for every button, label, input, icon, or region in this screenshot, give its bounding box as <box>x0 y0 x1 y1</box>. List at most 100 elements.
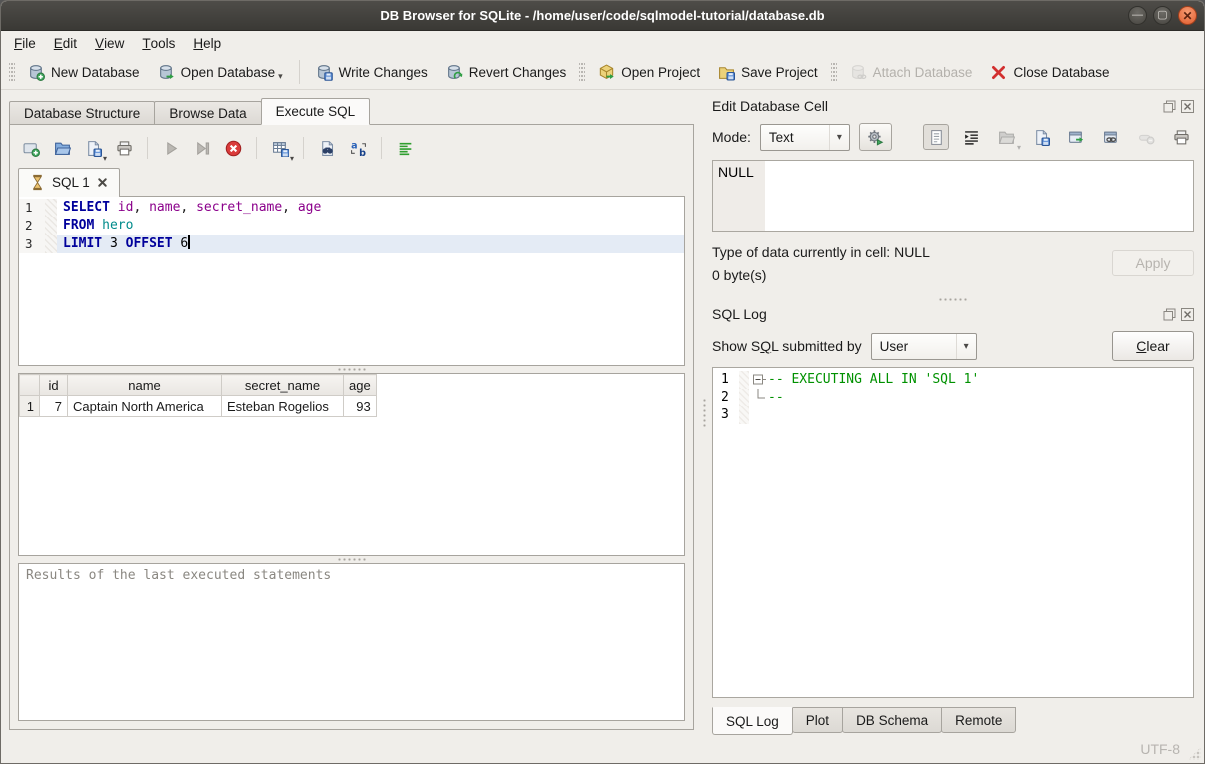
external-window-icon <box>1068 129 1085 146</box>
splitter-editor-results[interactable] <box>18 366 685 373</box>
close-dock-button[interactable] <box>1180 99 1194 113</box>
fold-margin <box>739 389 749 407</box>
menu-edit[interactable]: Edit <box>45 31 86 55</box>
write-changes-icon <box>316 64 333 81</box>
save-results-button[interactable]: ▾ <box>267 135 293 161</box>
toolbar-separator <box>381 137 382 159</box>
editor-line: 3LIMIT 3 OFFSET 6 <box>19 235 684 253</box>
tab-execute-sql[interactable]: Execute SQL <box>261 98 371 125</box>
sql-toolbar: ▾ ▾ ab <box>18 133 685 163</box>
cell[interactable]: Esteban Rogelios <box>222 396 344 417</box>
cell[interactable]: 93 <box>344 396 377 417</box>
sql-log-dock-header: SQL Log <box>712 304 1194 324</box>
menu-tools[interactable]: Tools <box>133 31 184 55</box>
close-database-button[interactable]: Close Database <box>981 59 1118 86</box>
apply-button[interactable]: Apply <box>1112 250 1194 276</box>
resize-grip[interactable] <box>1188 747 1201 760</box>
auto-apply-button[interactable] <box>859 123 892 151</box>
tab-sql-log[interactable]: SQL Log <box>712 707 793 735</box>
sql-log-view[interactable]: 1-- EXECUTING ALL IN 'SQL 1'2--3 <box>712 367 1194 698</box>
print-icon <box>116 140 133 157</box>
cell-value-editor[interactable]: NULL <box>712 160 1194 232</box>
tab-sql-1[interactable]: SQL 1 <box>18 168 120 197</box>
tab-remote[interactable]: Remote <box>941 707 1016 733</box>
save-file-icon <box>1033 129 1050 146</box>
sql-log-controls: Show SQL submitted by User ▾ Clear <box>712 331 1194 361</box>
fold-margin <box>739 371 749 389</box>
tab-database-structure[interactable]: Database Structure <box>9 101 155 125</box>
find-button[interactable] <box>314 135 340 161</box>
splitter-docks[interactable] <box>712 294 1194 304</box>
open-external-button[interactable] <box>1063 124 1089 150</box>
results-grid: idnamesecret_nameage17Captain North Amer… <box>18 373 685 556</box>
fold-slot <box>752 406 768 424</box>
tab-db-schema[interactable]: DB Schema <box>842 707 942 733</box>
tab-plot[interactable]: Plot <box>792 707 843 733</box>
toolbar-separator <box>303 137 304 159</box>
save-project-button[interactable]: Save Project <box>709 59 827 86</box>
float-dock-button[interactable] <box>1162 307 1176 321</box>
find-icon <box>319 140 336 157</box>
toolbar-handle[interactable] <box>579 61 585 83</box>
text-view-button[interactable] <box>923 124 949 150</box>
save-sql-file-button[interactable]: ▾ <box>80 135 106 161</box>
cell[interactable]: 7 <box>40 396 68 417</box>
open-file-icon <box>54 140 71 157</box>
clear-button[interactable]: Clear <box>1112 331 1194 361</box>
tab-browse-data[interactable]: Browse Data <box>154 101 261 125</box>
menu-file[interactable]: File <box>5 31 45 55</box>
fold-margin <box>45 235 57 253</box>
chevron-down-icon[interactable]: ▾ <box>278 71 283 81</box>
results-message-panel: Results of the last executed statements <box>18 563 685 721</box>
splitter-main-vertical[interactable] <box>700 90 708 735</box>
column-header-id[interactable]: id <box>40 375 68 396</box>
sql-log-filter-select[interactable]: User ▾ <box>871 333 977 360</box>
new-database-icon <box>28 64 45 81</box>
chevron-down-icon: ▾ <box>1017 143 1021 152</box>
print-cell-button[interactable] <box>1168 124 1194 150</box>
open-project-button[interactable]: Open Project <box>589 59 709 86</box>
replace-button[interactable]: ab <box>345 135 371 161</box>
close-button[interactable]: ✕ <box>1178 6 1197 25</box>
format-sql-button[interactable] <box>392 135 418 161</box>
text-cursor <box>188 235 190 249</box>
toolbar-handle[interactable] <box>9 61 15 83</box>
maximize-button[interactable]: ▢ <box>1153 6 1172 25</box>
format-icon <box>397 140 414 157</box>
minimize-button[interactable]: — <box>1128 6 1147 25</box>
open-database-button[interactable]: Open Database▾ <box>149 59 292 86</box>
copy-link-button[interactable] <box>1098 124 1124 150</box>
revert-changes-button[interactable]: Revert Changes <box>437 59 576 86</box>
column-header-name[interactable]: name <box>68 375 222 396</box>
menu-view[interactable]: View <box>86 31 133 55</box>
open-sql-file-button[interactable] <box>49 135 75 161</box>
chevron-down-icon: ▾ <box>829 125 849 150</box>
titlebar[interactable]: DB Browser for SQLite - /home/user/code/… <box>1 1 1204 31</box>
toolbar-handle[interactable] <box>831 61 837 83</box>
play-icon <box>163 140 180 157</box>
new-database-button[interactable]: New Database <box>19 59 149 86</box>
sql-editor[interactable]: 1SELECT id, name, secret_name, age2FROM … <box>18 196 685 366</box>
close-database-icon <box>990 64 1007 81</box>
set-null-button <box>1133 124 1159 150</box>
mode-select[interactable]: Text ▾ <box>760 124 850 151</box>
export-cell-button[interactable] <box>1028 124 1054 150</box>
float-dock-button[interactable] <box>1162 99 1176 113</box>
write-changes-button[interactable]: Write Changes <box>307 59 437 86</box>
close-tab-icon[interactable] <box>96 176 109 189</box>
close-dock-button[interactable] <box>1180 307 1194 321</box>
splitter-results-message[interactable] <box>18 556 685 563</box>
stop-button[interactable] <box>220 135 246 161</box>
save-project-icon <box>718 64 735 81</box>
column-header-age[interactable]: age <box>344 375 377 396</box>
cell-value: NULL <box>718 164 754 180</box>
cell[interactable]: Captain North America <box>68 396 222 417</box>
line-number: 2 <box>713 389 739 407</box>
fold-open-icon[interactable] <box>752 371 768 389</box>
new-sql-tab-button[interactable] <box>18 135 44 161</box>
print-button[interactable] <box>111 135 137 161</box>
menu-help[interactable]: Help <box>184 31 230 55</box>
word-wrap-button[interactable] <box>958 124 984 150</box>
column-header-secret-name[interactable]: secret_name <box>222 375 344 396</box>
hourglass-icon <box>29 174 46 191</box>
